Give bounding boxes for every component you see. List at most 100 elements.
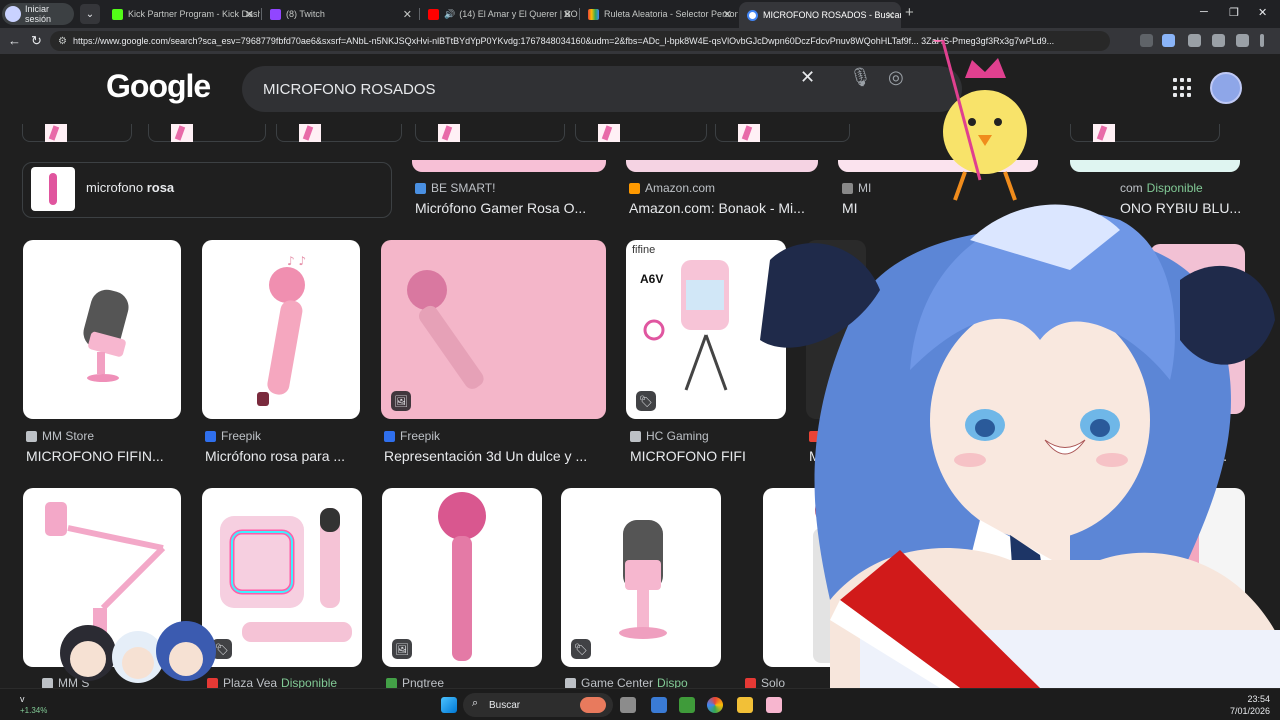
kick-favicon-icon [112, 8, 123, 20]
suggestion-chip[interactable] [148, 124, 266, 142]
result-title[interactable]: Representación 3d Un dulce y ... [384, 448, 606, 464]
result-source[interactable]: MI [842, 181, 871, 195]
result-image[interactable] [763, 488, 863, 667]
menu-icon[interactable] [1260, 34, 1264, 47]
task-view-icon[interactable] [620, 697, 636, 713]
result-image-partial[interactable] [626, 160, 818, 172]
result-source[interactable]: Freepik [205, 429, 261, 443]
result-source[interactable]: Freepik [384, 429, 440, 443]
result-image[interactable] [806, 240, 866, 419]
shopping-tag-icon: 🏷 [571, 639, 591, 659]
result-title[interactable]: Amazon.com: Bonaok - Mi... [629, 200, 819, 216]
close-window-button[interactable]: ✕ [1258, 6, 1267, 19]
google-logo[interactable]: Google [106, 68, 211, 105]
result-source[interactable]: Game Center Dispo [565, 676, 688, 688]
google-apps-icon[interactable] [1173, 78, 1193, 98]
result-source[interactable]: HC Gaming [630, 429, 709, 443]
microphone-icon[interactable]: 🎙 [849, 67, 872, 88]
result-title[interactable]: MI [842, 200, 902, 216]
suggestion-chip[interactable] [276, 124, 402, 142]
result-image[interactable]: 🏷 [561, 488, 721, 667]
result-source[interactable]: Amazon.com [629, 181, 715, 195]
reload-button[interactable]: ↻ [31, 33, 42, 49]
xbox-icon[interactable] [679, 697, 695, 713]
tab-youtube[interactable]: 🔊 (14) El Amar y El Querer | BOC ✕ [420, 2, 578, 26]
google-favicon-icon [747, 9, 758, 21]
tab-twitch[interactable]: (8) Twitch ✕ [262, 2, 418, 26]
stock-widget[interactable]: v +1.34% [20, 694, 47, 716]
new-tab-button[interactable]: + [905, 4, 914, 21]
result-image-partial[interactable] [1070, 160, 1240, 172]
result-title[interactable]: Micrófono rosa para ... [205, 448, 359, 464]
user-avatar[interactable] [1210, 72, 1242, 104]
favorites-icon[interactable] [1212, 34, 1225, 47]
result-title[interactable]: MICROFONO FIFIN... [26, 448, 180, 464]
suggestion-chip[interactable] [1070, 124, 1220, 142]
tab-close-icon[interactable]: ✕ [563, 8, 572, 21]
result-title[interactable]: Micrófono Gamer Rosa O... [415, 200, 605, 216]
clear-search-icon[interactable]: ✕ [800, 67, 815, 88]
profile-avatar-icon [5, 6, 21, 22]
widgets-icon[interactable] [651, 697, 667, 713]
extension-icon[interactable] [1162, 34, 1175, 47]
result-source[interactable]: Solo [745, 676, 785, 688]
file-explorer-icon[interactable] [737, 697, 753, 713]
result-image[interactable]: ♪ ♪ [202, 240, 360, 419]
result-source[interactable]: com Disponible [1120, 181, 1203, 195]
result-image[interactable]: 🖼 [381, 240, 606, 419]
suggestion-chip[interactable] [22, 124, 132, 142]
tab-search-button[interactable]: ⌄ [80, 4, 100, 24]
result-title[interactable]: REN X Qu... [1150, 448, 1240, 464]
site-favicon-icon [630, 430, 641, 442]
suggestion-chip[interactable] [715, 124, 850, 142]
suggestion-chip[interactable] [575, 124, 707, 142]
related-search-card[interactable]: microfono rosa [22, 162, 392, 218]
clock-date: 7/01/2026 [1229, 706, 1270, 716]
image-badge-icon: 🖼 [392, 639, 412, 659]
result-image[interactable] [23, 240, 181, 419]
result-title[interactable]: MICR [809, 448, 849, 464]
stock-change: +1.34% [20, 706, 48, 715]
result-image[interactable]: 🏷 [202, 488, 362, 667]
result-image-partial[interactable] [838, 160, 1038, 172]
tab-ruleta[interactable]: Ruleta Aleatoria - Selector Persona ✕ [580, 2, 738, 26]
chevron-down-icon: ⌄ [85, 8, 95, 20]
puzzle-icon[interactable] [1188, 34, 1201, 47]
minimize-button[interactable]: ─ [1200, 6, 1208, 18]
system-clock[interactable]: 23:54 7/01/2026 [1230, 693, 1270, 717]
result-image-partial[interactable] [412, 160, 606, 172]
camera-search-icon[interactable]: ◎ [888, 67, 904, 88]
download-icon[interactable] [1236, 34, 1249, 47]
result-image[interactable] [1085, 488, 1245, 667]
tab-title: Kick Partner Program - Kick Dashb [128, 9, 260, 19]
tab-close-icon[interactable]: ✕ [245, 8, 254, 21]
browser-tab-strip: Iniciar sesión ⌄ Kick Partner Program - … [0, 0, 1280, 28]
site-info-icon[interactable]: ⚙ [58, 36, 67, 47]
tab-google-search[interactable]: MICROFONO ROSADOS - Buscar c ✕ [739, 2, 901, 28]
result-source[interactable]: Pngtree [386, 676, 444, 688]
tab-close-icon[interactable]: ✕ [403, 8, 412, 21]
address-bar[interactable]: ⚙ https://www.google.com/search?sca_esv=… [50, 31, 1110, 51]
youtube-favicon-icon [428, 8, 439, 20]
result-image[interactable] [1150, 244, 1245, 414]
result-source[interactable]: Bi [809, 429, 836, 443]
result-image[interactable]: 🖼 [382, 488, 542, 667]
maximize-button[interactable]: ❐ [1229, 6, 1239, 19]
tab-kick[interactable]: Kick Partner Program - Kick Dashb ✕ [104, 2, 260, 26]
result-source[interactable]: BE SMART! [415, 181, 495, 195]
result-image[interactable]: fifine A6V 🏷 [626, 240, 786, 419]
suggestion-chip[interactable] [415, 124, 565, 142]
app-icon[interactable] [766, 697, 782, 713]
result-source[interactable]: MM Store [26, 429, 94, 443]
copilot-icon[interactable] [580, 697, 606, 713]
windows-start-icon[interactable] [441, 697, 457, 713]
result-source[interactable]: Plaza Vea Disponible [207, 676, 337, 688]
extension-icon[interactable] [1140, 34, 1153, 47]
result-title[interactable]: MICROFONO FIFI [630, 448, 750, 464]
result-title[interactable]: ONO RYBIU BLU... [1120, 200, 1242, 216]
profile-sign-in-button[interactable]: Iniciar sesión [2, 3, 74, 25]
edge-browser-icon[interactable] [707, 697, 723, 713]
tab-close-icon[interactable]: ✕ [723, 8, 732, 21]
tab-close-icon[interactable]: ✕ [886, 9, 895, 22]
back-button[interactable]: ← [8, 33, 21, 48]
